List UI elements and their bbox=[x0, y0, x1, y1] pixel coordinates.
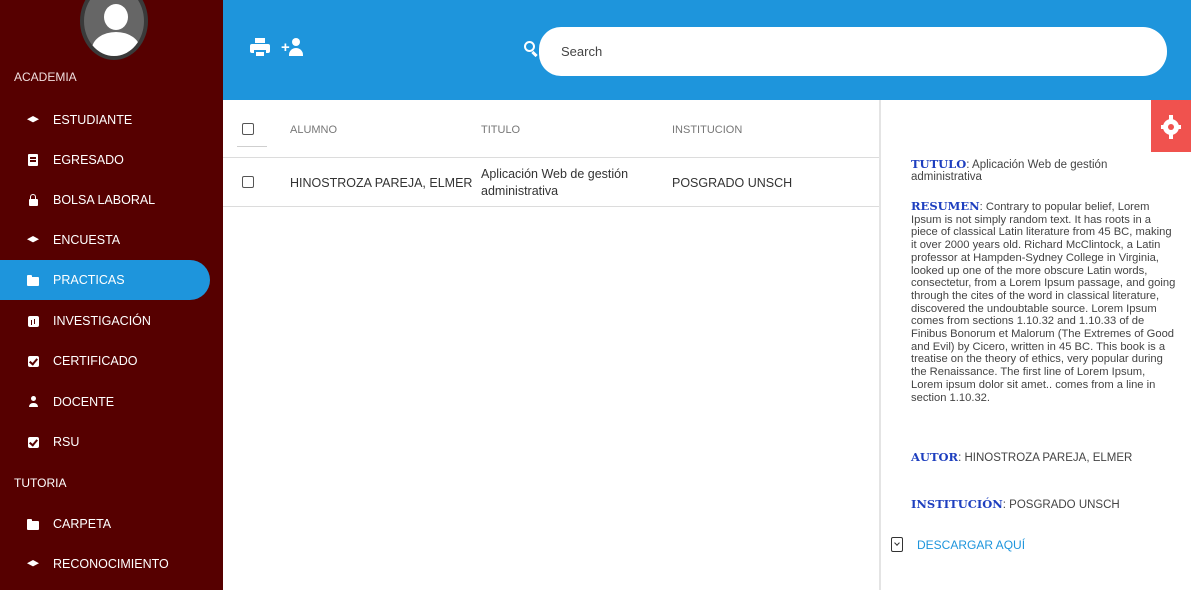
detail-titulo: TUTULO: Aplicación Web de gestión admini… bbox=[911, 157, 1176, 183]
download-link[interactable]: DESCARGAR AQUÍ bbox=[917, 538, 1025, 552]
detail-panel: TUTULO: Aplicación Web de gestión admini… bbox=[881, 100, 1191, 590]
sidebar-item-label: DOCENTE bbox=[53, 395, 115, 409]
detail-resumen: RESUMEN: Contrary to popular belief, Lor… bbox=[911, 200, 1179, 404]
sidebar-item-egresado[interactable]: EGRESADO bbox=[0, 140, 210, 180]
gear-icon-body bbox=[1161, 119, 1181, 135]
graduation-cap-icon bbox=[27, 114, 39, 126]
column-header-titulo[interactable]: TITULO bbox=[481, 124, 520, 136]
section-label-academia: ACADEMIA bbox=[14, 70, 77, 84]
sidebar-item-docente[interactable]: DOCENTE bbox=[0, 382, 210, 422]
search-bar bbox=[515, 27, 1167, 76]
print-icon[interactable] bbox=[250, 38, 270, 58]
header-divider bbox=[223, 157, 880, 158]
column-header-institucion[interactable]: INSTITUCION bbox=[672, 124, 742, 136]
bar-chart-icon bbox=[27, 315, 39, 327]
sidebar-item-certificado[interactable]: CERTIFICADO bbox=[0, 341, 210, 381]
sidebar-item-label: ENCUESTA bbox=[53, 233, 121, 247]
column-header-alumno[interactable]: ALUMNO bbox=[290, 124, 337, 136]
user-icon bbox=[27, 396, 39, 408]
select-all-checkbox[interactable] bbox=[242, 123, 254, 135]
sidebar-item-estudiante[interactable]: ESTUDIANTE bbox=[0, 100, 210, 140]
cell-titulo: Aplicación Web de gestión administrativa bbox=[481, 167, 629, 198]
detail-titulo-label: TUTULO bbox=[911, 157, 967, 171]
detail-institucion-label: INSTITUCIÓN bbox=[911, 497, 1003, 511]
detail-resumen-value: : Contrary to popular belief, Lorem Ipsu… bbox=[911, 201, 1176, 404]
sidebar-item-label: RSU bbox=[53, 435, 80, 449]
sidebar-item-label: RECONOCIMIENTO bbox=[53, 557, 169, 571]
sidebar-item-carpeta[interactable]: CARPETA bbox=[0, 504, 210, 544]
row-divider bbox=[223, 206, 880, 207]
cell-institucion: POSGRADO UNSCH bbox=[672, 176, 793, 190]
sidebar-item-label: CARPETA bbox=[53, 517, 112, 531]
sidebar-item-investigacion[interactable]: INVESTIGACIÓN bbox=[0, 301, 210, 341]
folder-icon bbox=[27, 274, 39, 286]
sidebar-item-label: PRACTICAS bbox=[53, 273, 125, 287]
checkbox-icon bbox=[27, 355, 39, 367]
detail-institucion: INSTITUCIÓN: POSGRADO UNSCH bbox=[911, 497, 1176, 511]
avatar-body-shape bbox=[92, 32, 140, 56]
folder-icon bbox=[27, 518, 39, 530]
detail-autor: AUTOR: HINOSTROZA PAREJA, ELMER bbox=[911, 450, 1176, 464]
lock-icon bbox=[27, 193, 39, 206]
section-label-tutoria: TUTORIA bbox=[14, 476, 67, 490]
top-bar: + bbox=[223, 0, 1191, 100]
detail-institucion-value: : POSGRADO UNSCH bbox=[1002, 499, 1120, 511]
graduation-cap-icon bbox=[27, 234, 39, 246]
document-icon bbox=[27, 154, 39, 166]
detail-autor-value: : HINOSTROZA PAREJA, ELMER bbox=[958, 452, 1133, 464]
sidebar-item-rsu[interactable]: RSU bbox=[0, 422, 210, 462]
file-download-icon[interactable] bbox=[891, 537, 903, 552]
settings-button[interactable] bbox=[1151, 100, 1191, 152]
sidebar-item-label: EGRESADO bbox=[53, 153, 124, 167]
sidebar-item-label: INVESTIGACIÓN bbox=[53, 314, 151, 328]
sidebar-item-bolsa-laboral[interactable]: BOLSA LABORAL bbox=[0, 180, 210, 220]
avatar[interactable] bbox=[80, 0, 148, 60]
search-input[interactable] bbox=[539, 27, 1167, 76]
detail-resumen-label: RESUMEN bbox=[911, 199, 980, 213]
add-user-icon[interactable]: + bbox=[281, 36, 305, 58]
results-table: ALUMNO TITULO INSTITUCION HINOSTROZA PAR… bbox=[223, 100, 880, 590]
sidebar-item-practicas[interactable]: PRACTICAS bbox=[0, 260, 210, 300]
sidebar-item-encuesta[interactable]: ENCUESTA bbox=[0, 220, 210, 260]
sidebar: ACADEMIA ESTUDIANTE EGRESADO BOLSA LABOR… bbox=[0, 0, 223, 590]
cell-alumno: HINOSTROZA PAREJA, ELMER bbox=[290, 176, 473, 190]
detail-autor-label: AUTOR bbox=[911, 450, 959, 464]
row-checkbox[interactable] bbox=[242, 176, 254, 188]
graduation-cap-icon bbox=[27, 558, 39, 570]
avatar-head-shape bbox=[104, 4, 128, 30]
sidebar-item-reconocimiento[interactable]: RECONOCIMIENTO bbox=[0, 544, 210, 584]
checkbox-icon bbox=[27, 436, 39, 448]
sidebar-item-label: BOLSA LABORAL bbox=[53, 193, 156, 207]
header-checkbox-underline bbox=[237, 146, 267, 147]
sidebar-item-label: CERTIFICADO bbox=[53, 354, 138, 368]
sidebar-item-label: ESTUDIANTE bbox=[53, 113, 133, 127]
